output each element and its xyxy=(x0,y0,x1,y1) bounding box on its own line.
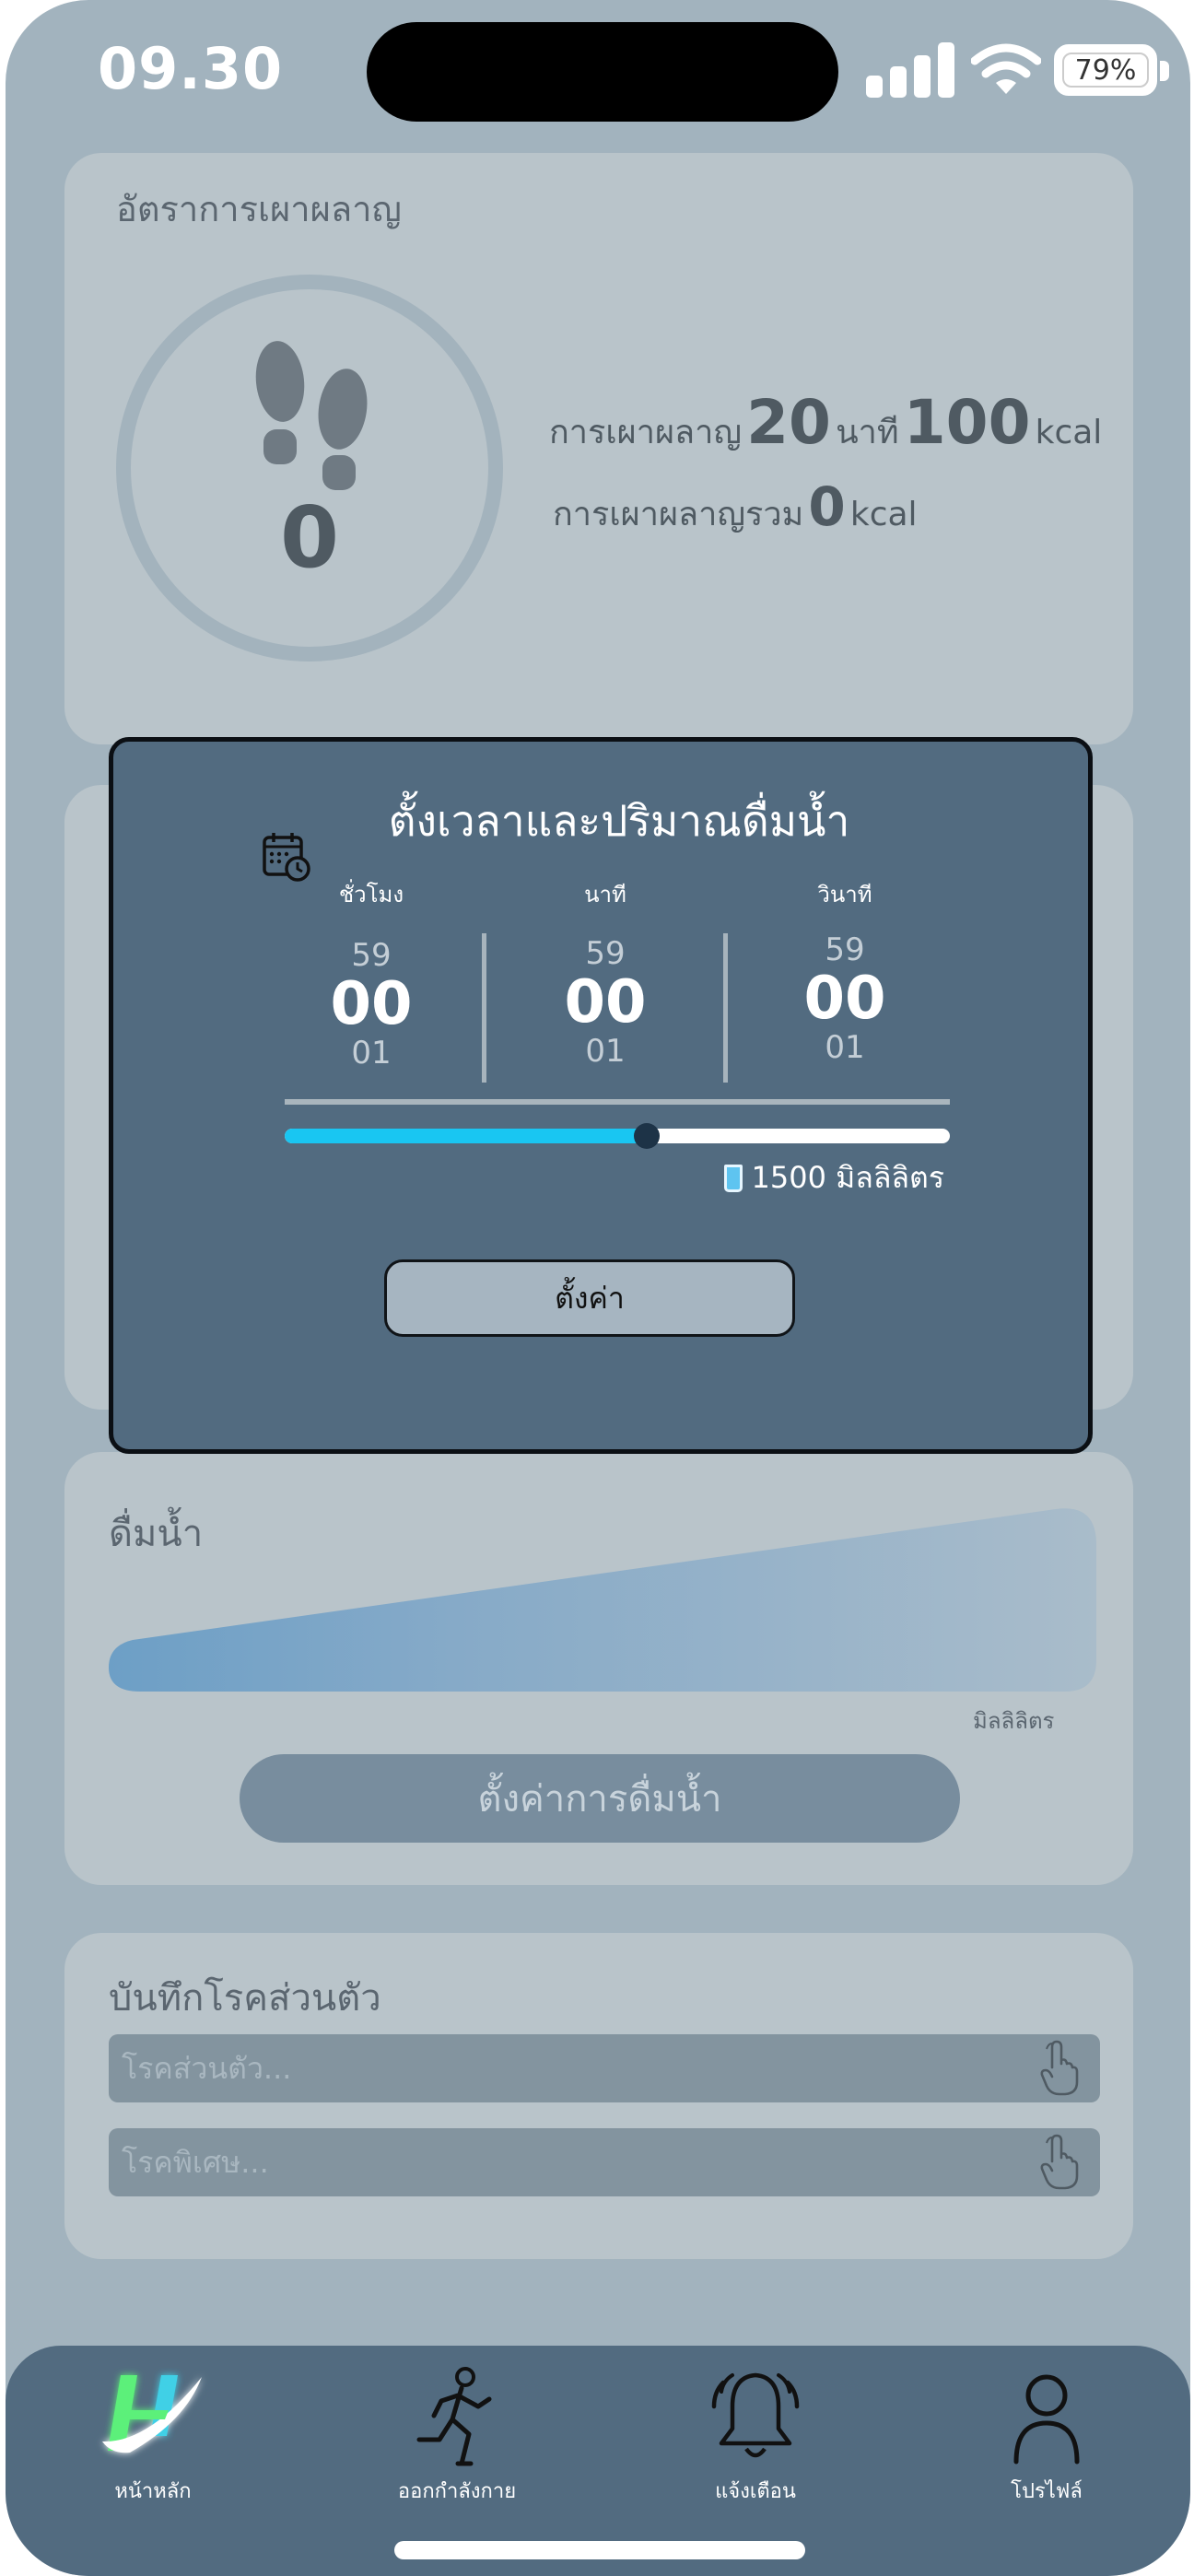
hours-label: ชั่วโมง xyxy=(338,882,404,907)
water-title: ดื่มน้ำ xyxy=(109,1513,204,1555)
burn-kcal-unit: kcal xyxy=(1035,414,1103,451)
seconds-next[interactable]: 01 xyxy=(771,1029,919,1066)
tab-profile-label: โปรไฟล์ xyxy=(1011,2480,1083,2503)
tab-notifications-label: แจ้งเตือน xyxy=(715,2480,796,2503)
water-level-graphic xyxy=(109,1508,1096,1692)
minutes-picker[interactable]: 59 00 01 xyxy=(532,935,679,1070)
signal-icon xyxy=(862,41,958,98)
hours-picker[interactable]: 59 00 01 xyxy=(298,937,445,1071)
total-value: 0 xyxy=(808,475,846,538)
slider-knob[interactable] xyxy=(634,1123,661,1149)
slider-fill xyxy=(285,1129,648,1143)
picker-divider xyxy=(723,933,728,1083)
water-amount: 1500 มิลลิลิตร xyxy=(723,1154,945,1201)
hours-current[interactable]: 00 xyxy=(298,974,445,1035)
disease-title: บันทึกโรคส่วนตัว xyxy=(109,1977,381,2020)
burn-minutes-unit: นาที xyxy=(836,414,899,451)
minutes-current[interactable]: 00 xyxy=(532,972,679,1033)
minutes-label: นาที xyxy=(584,882,626,907)
tap-hand-icon[interactable] xyxy=(1037,2040,1082,2097)
steps-value: 0 xyxy=(279,488,339,587)
modal-title: ตั้งเวลาและปริมาณดื่มน้ำ xyxy=(388,796,850,846)
special-disease-placeholder: โรคพิเศษ... xyxy=(122,2144,269,2180)
tab-exercise[interactable]: ออกกำลังกาย xyxy=(346,2362,568,2507)
status-time: 09.30 xyxy=(98,35,284,102)
burn-total: การเผาผลาญรวม 0 kcal xyxy=(553,475,918,540)
burn-label: การเผาผลาญ xyxy=(549,414,743,451)
set-button[interactable]: ตั้งค่า xyxy=(384,1259,795,1337)
tab-notifications[interactable]: แจ้งเตือน xyxy=(645,2362,866,2507)
user-icon xyxy=(1013,2374,1080,2465)
set-water-button[interactable]: ตั้งค่าการดื่มน้ำ xyxy=(240,1754,960,1843)
wifi-icon xyxy=(971,43,1041,94)
bell-icon xyxy=(711,2372,800,2458)
drink-water-modal: ตั้งเวลาและปริมาณดื่มน้ำ ชั่วโมง นาที วิ… xyxy=(109,737,1093,1454)
picker-divider xyxy=(482,933,486,1083)
calendar-clock-icon[interactable] xyxy=(261,830,312,882)
battery-level: 79% xyxy=(1062,53,1149,88)
personal-disease-input[interactable]: โรคส่วนตัว... xyxy=(109,2034,1100,2102)
total-label: การเผาผลาญรวม xyxy=(553,496,804,533)
seconds-label: วินาที xyxy=(817,882,872,907)
running-icon xyxy=(416,2367,492,2466)
footprints-icon xyxy=(255,341,368,490)
tab-profile[interactable]: โปรไฟล์ xyxy=(936,2362,1157,2507)
tab-home[interactable]: หน้าหลัก xyxy=(42,2362,263,2507)
seconds-picker[interactable]: 59 00 01 xyxy=(771,931,919,1066)
total-unit: kcal xyxy=(849,496,918,533)
water-amount-value: 1500 มิลลิลิตร xyxy=(751,1160,945,1195)
dynamic-island xyxy=(367,22,838,122)
water-amount-slider[interactable] xyxy=(285,1123,950,1149)
personal-disease-placeholder: โรคส่วนตัว... xyxy=(122,2050,292,2086)
battery-tip xyxy=(1160,61,1169,81)
burn-rate-title: อัตราการเผาผลาญ xyxy=(116,189,402,229)
water-glass-icon xyxy=(723,1164,743,1192)
special-disease-input[interactable]: โรคพิเศษ... xyxy=(109,2128,1100,2196)
tab-exercise-label: ออกกำลังกาย xyxy=(397,2480,517,2503)
burn-minutes: 20 xyxy=(746,387,831,458)
battery-icon: 79% xyxy=(1054,44,1157,96)
burn-summary: การเผาผลาญ 20 นาที 100 kcal xyxy=(549,387,1102,458)
minutes-next[interactable]: 01 xyxy=(532,1033,679,1070)
hours-prev[interactable]: 59 xyxy=(298,937,445,974)
phone-screen: 09.30 79% อัตราการเผาผลาญ 0 การเผาผลาญ 2… xyxy=(6,0,1190,2576)
home-indicator[interactable] xyxy=(394,2541,805,2559)
seconds-current[interactable]: 00 xyxy=(771,968,919,1029)
tab-home-label: หน้าหลัก xyxy=(114,2480,192,2503)
hours-next[interactable]: 01 xyxy=(298,1035,445,1071)
picker-underline xyxy=(285,1099,950,1105)
burn-kcal: 100 xyxy=(903,387,1031,458)
tap-hand-icon[interactable] xyxy=(1037,2134,1082,2191)
water-unit: มิลลิลิตร xyxy=(973,1708,1055,1734)
seconds-prev[interactable]: 59 xyxy=(771,931,919,968)
home-logo-icon xyxy=(102,2375,202,2453)
minutes-prev[interactable]: 59 xyxy=(532,935,679,972)
